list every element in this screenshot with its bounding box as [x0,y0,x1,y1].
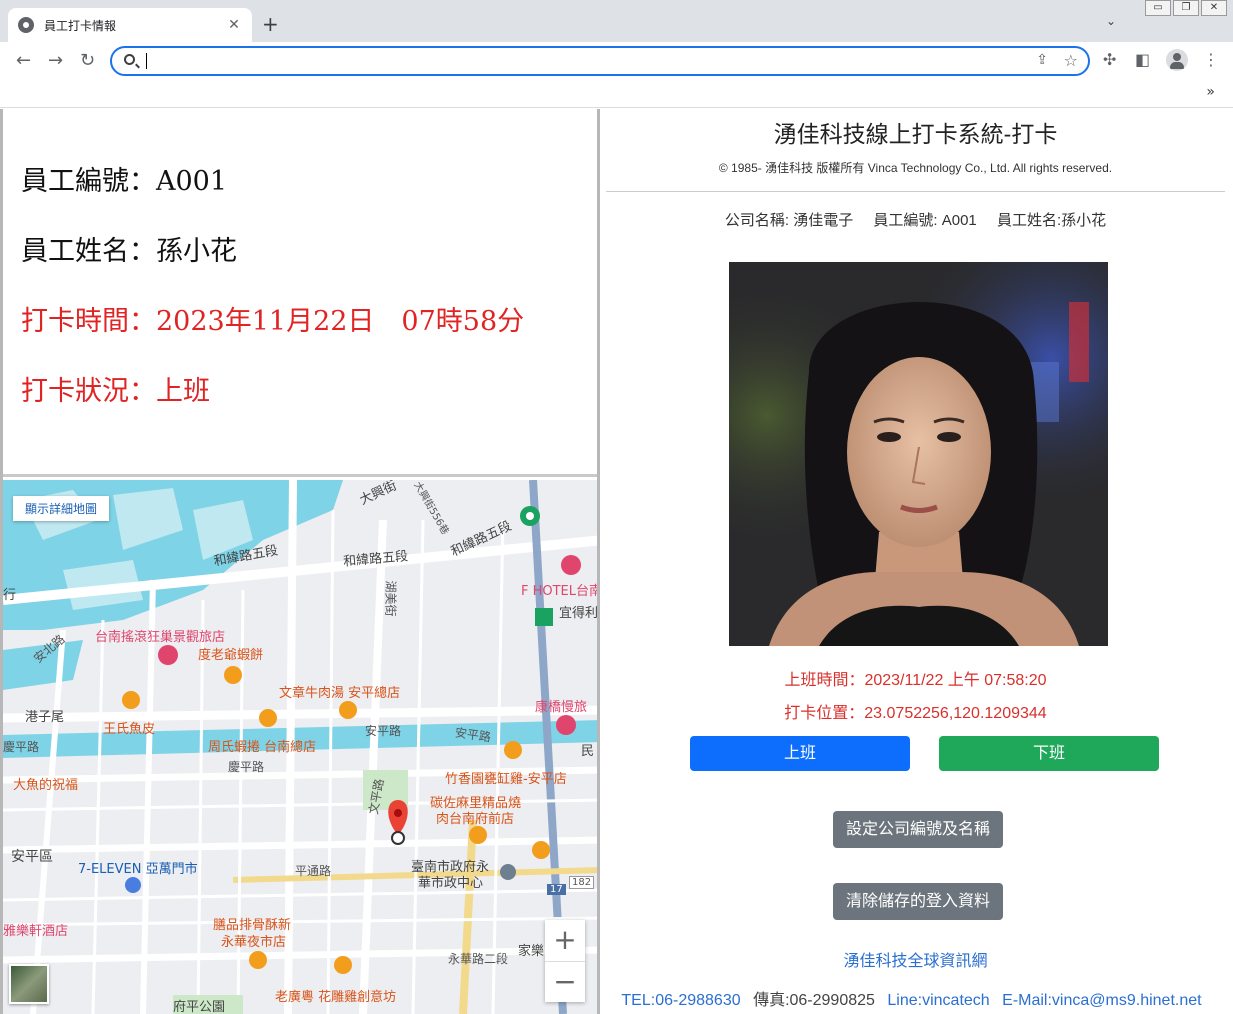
tab-close-icon[interactable]: ✕ [226,17,242,33]
company-name: 公司名稱: 湧佳電子 [724,212,854,229]
map-label: 大魚的祝福 [13,778,79,793]
map-label: 肉台南府前店 [436,812,515,827]
minimize-button[interactable]: ▭ [1145,0,1171,16]
map-label: 慶平路 [3,740,40,754]
map-label: 永華路二段 [448,952,509,966]
google-map[interactable]: 顯示詳細地圖 大興街 大興街556巷 和緯路五段 和緯路五段 和緯路五段 F H… [3,480,597,1014]
map-label: 老廣粵 花雕雞創意坊 [275,990,397,1005]
map-label: 平通路 [295,864,332,878]
map-label: 度老爺蝦餅 [198,648,264,663]
map-label: 安平區 [11,849,53,865]
company-website-link[interactable]: 湧佳科技全球資訊網 [606,947,1225,971]
clock-location: 打卡位置：23.0752256,120.1209344 [784,705,1047,722]
new-tab-button[interactable]: + [262,12,279,36]
map-label: 雅樂軒酒店 [3,924,69,939]
contact-footer: TEL:06-2988630 傳真:06-2990825 Line:vincat… [606,986,1225,1010]
reload-icon[interactable]: ↻ [80,50,95,71]
map-label: 港子尾 [25,710,65,725]
extensions-puzzle-icon[interactable]: ✣ [1103,50,1116,69]
globe-icon [18,17,34,33]
forward-arrow-icon[interactable]: → [48,50,63,71]
map-label: 安平路 [365,724,402,738]
menu-kebab-icon[interactable]: ⋮ [1203,50,1219,69]
left-frame: 員工編號：A001 員工姓名：孫小花 打卡時間：2023年11月22日 07時5… [0,109,600,1014]
employee-photo-image [729,262,1108,646]
map-label: 民 [581,744,595,759]
map-label: 周氏蝦捲 台南總店 [208,740,317,755]
map-label: 康橋慢旅 [535,700,588,715]
bookmarks-overflow-icon[interactable]: » [1206,84,1215,100]
satellite-toggle-thumbnail[interactable] [9,964,49,1004]
address-bar[interactable]: ⇪ ☆ [110,46,1090,76]
clock-in-time: 上班時間：2023/11/22 上午 07:58:20 [784,672,1047,689]
company-info: 公司名稱: 湧佳電子 員工編號: A001 員工姓名:孫小花 [606,209,1225,230]
map-zoom-control: + − [545,920,585,1002]
search-icon [124,54,135,65]
profile-avatar-icon[interactable] [1166,49,1188,71]
footer-tel[interactable]: TEL:06-2988630 [621,992,740,1009]
right-frame: 湧佳科技線上打卡系統-打卡 © 1985- 湧佳科技 版權所有 Vinca Te… [606,109,1225,1014]
map-label: 竹香園甕缸雞-安平店 [445,772,567,787]
map-label: 17 [547,884,566,895]
divider [606,191,1225,192]
restore-button[interactable]: ❐ [1173,0,1199,16]
map-label: 家樂 [518,944,545,959]
employee-photo [729,262,1108,646]
share-icon[interactable]: ⇪ [1036,52,1048,68]
info-employee-number: 員工編號：A001 [21,166,228,197]
bookmarks-bar: » [0,80,1233,108]
tab-title: 員工打卡情報 [44,18,117,33]
page-title: 湧佳科技線上打卡系統-打卡 [773,121,1058,147]
footer-email[interactable]: E-Mail:vinca@ms9.hinet.net [1002,992,1201,1009]
clear-login-button[interactable]: 清除儲存的登入資料 [833,883,1003,920]
copyright-text: © 1985- 湧佳科技 版權所有 Vinca Technology Co., … [718,161,1113,175]
map-label: 宜得利 [559,606,597,621]
clock-in-button[interactable]: 上班 [690,736,910,771]
back-arrow-icon[interactable]: ← [16,50,31,71]
tab-search-chevron-icon[interactable]: ⌄ [1106,14,1116,28]
page-content: 員工編號：A001 員工姓名：孫小花 打卡時間：2023年11月22日 07時5… [0,109,1233,1014]
map-label: 華市政中心 [418,876,484,891]
map-label: 182 [569,876,595,889]
map-label: F HOTEL台南 [521,584,597,599]
map-label: 湖美街 [383,580,398,617]
text-caret [146,53,147,69]
map-label: 7-ELEVEN 亞萬門市 [78,862,198,877]
map-label: 慶平路 [228,760,265,774]
info-employee-name: 員工姓名：孫小花 [21,236,237,267]
footer-fax: 傳真:06-2990825 [753,992,875,1009]
close-window-button[interactable]: ✕ [1201,0,1227,16]
footer-line[interactable]: Line:vincatech [887,992,989,1009]
map-label: 王氏魚皮 [103,722,156,737]
bookmark-star-icon[interactable]: ☆ [1064,51,1078,70]
map-label: 府平公園 [173,1000,226,1014]
set-company-button[interactable]: 設定公司編號及名稱 [833,811,1003,848]
info-punch-status: 打卡狀況：上班 [21,376,210,407]
browser-tab[interactable]: 員工打卡情報 ✕ [8,8,252,42]
map-label: 台南搖滾狂巢景觀旅店 [95,630,226,645]
company-employee-number: 員工編號: A001 [873,212,977,229]
window-controls: ▭ ❐ ✕ [1145,0,1227,16]
company-employee-name: 員工姓名:孫小花 [996,212,1107,229]
side-panel-icon[interactable]: ◧ [1135,50,1150,69]
punch-info-panel: 員工編號：A001 員工姓名：孫小花 打卡時間：2023年11月22日 07時5… [3,109,597,477]
zoom-out-button[interactable]: − [545,961,585,1002]
map-label: 永華夜市店 [221,935,287,950]
clock-out-button[interactable]: 下班 [939,736,1159,771]
zoom-in-button[interactable]: + [545,920,585,961]
map-detail-button[interactable]: 顯示詳細地圖 [13,496,110,521]
map-label: 行 [3,588,17,603]
tab-strip: 員工打卡情報 ✕ + ⌄ ▭ ❐ ✕ [0,0,1233,42]
map-label: 文章牛肉湯 安平總店 [279,686,401,701]
browser-toolbar: ← → ↻ ⇪ ☆ ✣ ◧ ⋮ [0,42,1233,80]
info-punch-time: 打卡時間：2023年11月22日 07時58分 [21,306,525,337]
